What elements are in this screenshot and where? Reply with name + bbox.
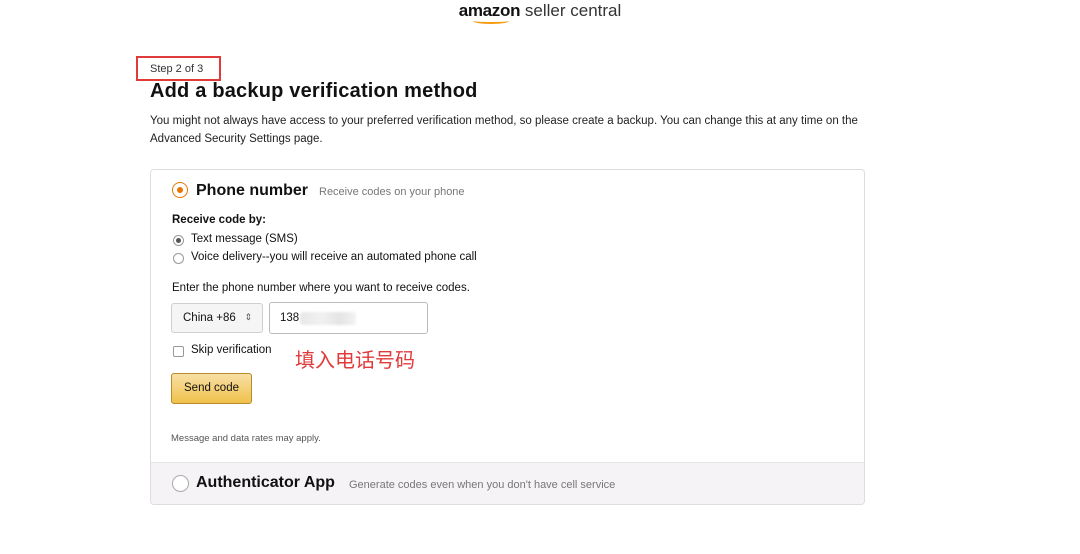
- skip-verification-checkbox[interactable]: [173, 346, 184, 357]
- intro-text: You might not always have access to your…: [150, 115, 858, 145]
- select-arrows-icon: ⇕: [244, 312, 252, 322]
- sms-radio[interactable]: [173, 235, 184, 246]
- step-label: Step 2 of 3: [150, 63, 204, 75]
- enter-phone-label: Enter the phone number where you want to…: [172, 282, 470, 294]
- page-title: Add a backup verification method: [150, 80, 478, 102]
- step-indicator: Step 2 of 3: [136, 56, 221, 81]
- phone-number-value: 138: [280, 312, 300, 324]
- phone-option-radio[interactable]: [172, 182, 188, 198]
- app-option-description: Generate codes even when you don't have …: [349, 479, 616, 491]
- phone-option-description: Receive codes on your phone: [319, 186, 465, 198]
- voice-radio[interactable]: [173, 253, 184, 264]
- phone-number-input[interactable]: 138: [269, 302, 428, 334]
- logo-brand: amazon: [459, 1, 520, 24]
- logo-product: seller central: [520, 1, 622, 20]
- authenticator-app-option[interactable]: Authenticator App Generate codes even wh…: [151, 462, 864, 504]
- skip-verification-label[interactable]: Skip verification: [191, 344, 272, 356]
- country-code-value: China +86: [183, 312, 236, 324]
- voice-label[interactable]: Voice delivery--you will receive an auto…: [191, 251, 477, 263]
- annotation-text: 填入电话号码: [295, 348, 415, 372]
- phone-option-title: Phone number: [196, 182, 309, 199]
- smile-icon: [472, 18, 509, 24]
- app-option-title: Authenticator App: [196, 474, 335, 491]
- verification-methods-card: Phone number Receive codes on your phone…: [150, 169, 865, 505]
- phone-number-option[interactable]: Phone number Receive codes on your phone…: [151, 170, 864, 462]
- receive-by-label: Receive code by:: [172, 214, 266, 226]
- app-option-radio[interactable]: [172, 475, 189, 492]
- country-code-select[interactable]: China +86 ⇕: [171, 303, 263, 333]
- rates-note: Message and data rates may apply.: [171, 433, 321, 444]
- send-code-button[interactable]: Send code: [171, 373, 252, 404]
- sms-label[interactable]: Text message (SMS): [191, 233, 298, 245]
- amazon-seller-central-logo: amazon seller central: [0, 0, 1080, 24]
- redaction-blur: [300, 312, 356, 325]
